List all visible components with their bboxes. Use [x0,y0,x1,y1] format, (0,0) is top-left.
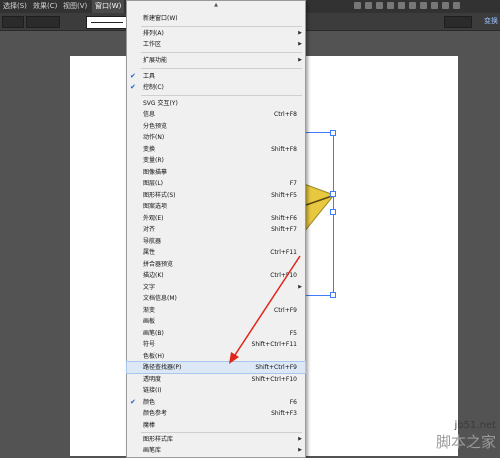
watermark-brand: 脚本之家 [435,433,496,451]
annotation-layer [229,255,301,364]
watermark: jb51.net 脚本之家 [436,420,496,452]
watermark-url: jb51.net [454,420,496,431]
annotation-arrow [232,255,301,359]
annotation-arrowhead [229,352,239,364]
